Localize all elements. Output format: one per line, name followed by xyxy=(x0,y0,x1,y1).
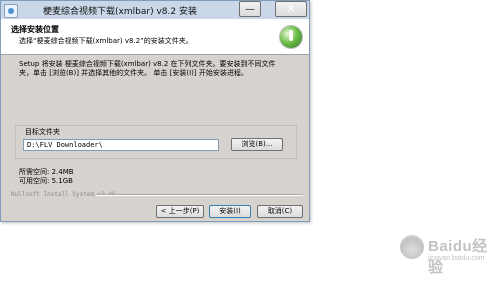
branding-divider xyxy=(96,194,303,196)
page-header: 选择安装位置 选择“梗麦综合视频下载(xmlbar) v8.2”的安装文件夹。 xyxy=(1,19,309,55)
baidu-paw-icon xyxy=(400,235,424,259)
back-button[interactable]: < 上一步(P) xyxy=(156,205,204,218)
destination-path-input[interactable] xyxy=(23,139,219,151)
watermark-url: jingyan.baidu.com xyxy=(428,255,485,262)
baidu-watermark: Baidu经验 jingyan.baidu.com xyxy=(400,233,492,276)
description-line-2: 夹，单击 [浏览(B)] 并选择其他的文件夹。 单击 [安装(I)] 开始安装进… xyxy=(19,69,248,77)
window-title: 梗麦综合视频下载(xmlbar) v8.2 安装 xyxy=(43,7,197,17)
title-bar[interactable]: 梗麦综合视频下载(xmlbar) v8.2 安装 — ✕ xyxy=(1,1,309,19)
description-text: Setup 将安装 梗麦综合视频下载(xmlbar) v8.2 在下列文件夹。要… xyxy=(19,60,299,78)
space-available: 可用空间: 5.1GB xyxy=(19,177,73,185)
page-heading: 选择安装位置 xyxy=(11,25,59,34)
destination-folder-label: 目标文件夹 xyxy=(23,127,62,137)
installer-window: 梗麦综合视频下载(xmlbar) v8.2 安装 — ✕ 选择安装位置 选择“梗… xyxy=(0,0,310,222)
close-button[interactable]: ✕ xyxy=(275,1,307,17)
installer-logo-icon xyxy=(279,25,303,49)
cancel-button[interactable]: 取消(C) xyxy=(257,205,303,218)
browse-button[interactable]: 浏览(B)... xyxy=(231,138,283,151)
description-line-1: Setup 将安装 梗麦综合视频下载(xmlbar) v8.2 在下列文件夹。要… xyxy=(19,60,276,68)
minimize-button[interactable]: — xyxy=(239,1,261,17)
install-button[interactable]: 安装(I) xyxy=(209,205,251,218)
page-subheading: 选择“梗麦综合视频下载(xmlbar) v8.2”的安装文件夹。 xyxy=(19,37,193,45)
